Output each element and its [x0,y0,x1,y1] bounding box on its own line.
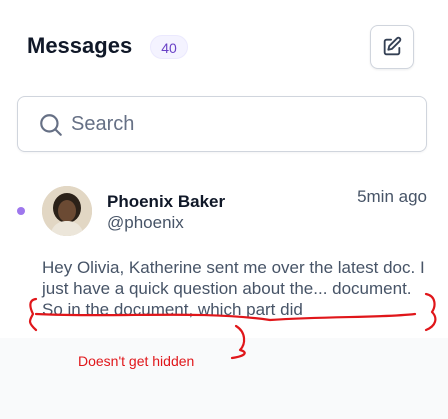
sender-name: Phoenix Baker [107,192,226,211]
search-input[interactable] [71,109,401,139]
sender-handle: @phoenix [107,213,184,232]
messages-panel: Messages 40 Phoenix Baker @phoenix [0,0,448,338]
messages-header: Messages 40 [27,22,415,70]
compose-message-button[interactable] [370,25,414,69]
page-title: Messages [27,33,133,58]
search-icon [40,114,62,136]
avatar [42,186,92,236]
edit-square-icon [383,36,402,56]
message-count-badge: 40 [150,35,188,59]
search-bar[interactable] [17,96,427,152]
unread-indicator [17,207,25,215]
annotation-note: Doesn't get hidden [78,353,195,369]
message-preview: Hey Olivia, Katherine sent me over the l… [42,258,425,319]
message-list-item[interactable]: Phoenix Baker @phoenix 5min ago Hey Oliv… [0,170,448,338]
message-timestamp: 5min ago [357,187,427,206]
